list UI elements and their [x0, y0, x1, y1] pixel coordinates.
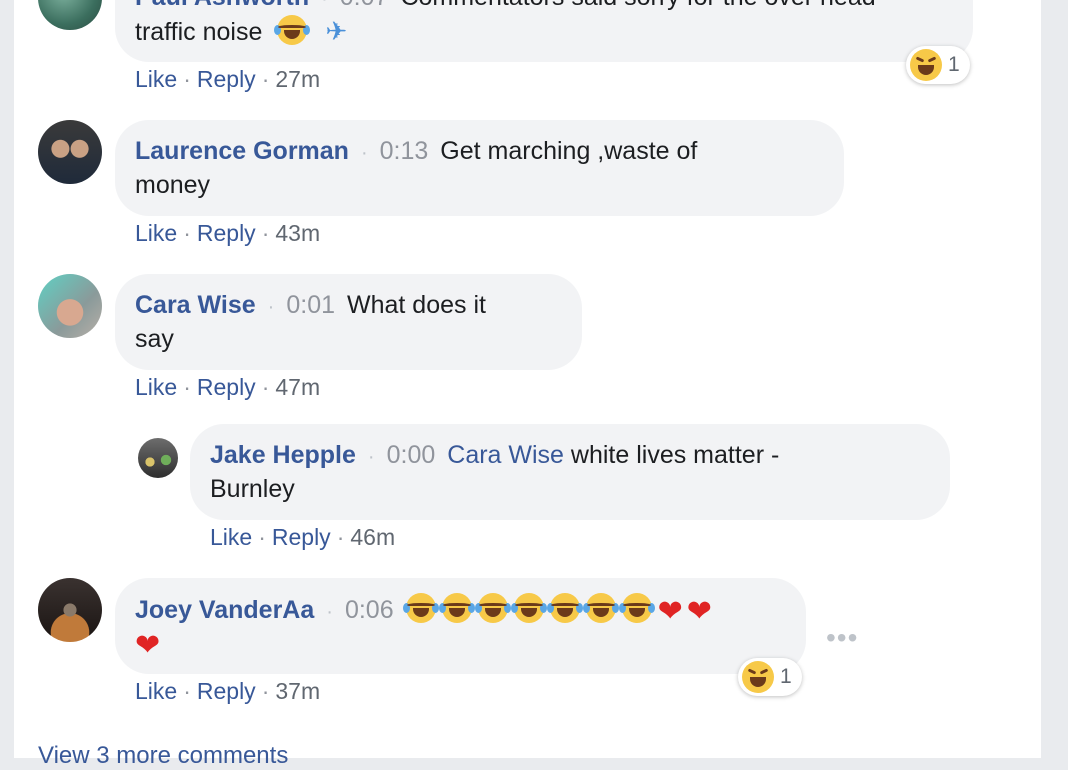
comment-bubble: Laurence Gorman · 0:13 Get marching ,waste …: [115, 120, 844, 216]
separator: ·: [261, 220, 270, 246]
reply-link[interactable]: Reply: [272, 524, 331, 550]
separator: ·: [183, 66, 191, 92]
tears-of-joy-emoji: [274, 15, 311, 45]
comment-actions: Like · Reply · 43m: [135, 220, 320, 247]
comment-author[interactable]: Cara Wise: [135, 291, 256, 319]
comment-bubble: Cara Wise · 0:01 What does it say: [115, 274, 582, 370]
mention-link[interactable]: Cara Wise: [447, 441, 564, 469]
tears-of-joy-emoji: [474, 593, 511, 623]
video-timestamp[interactable]: 0:00: [387, 441, 436, 469]
red-heart-emoji: ❤: [686, 595, 712, 628]
comment-age[interactable]: 46m: [350, 524, 395, 550]
reply-link[interactable]: Reply: [197, 220, 256, 246]
avatar[interactable]: [38, 578, 102, 642]
separator: ·: [326, 601, 333, 623]
comment-author[interactable]: Joey VanderAa: [135, 596, 314, 624]
comment-actions: Like · Reply · 47m: [135, 374, 320, 401]
separator: ·: [261, 374, 270, 400]
comment-age[interactable]: 43m: [275, 220, 320, 246]
comment-text: say: [135, 325, 174, 353]
separator: ·: [183, 220, 191, 246]
comment-author[interactable]: Paul Ashworth: [135, 0, 309, 11]
reaction-count: 1: [948, 53, 960, 76]
reply-link[interactable]: Reply: [197, 66, 256, 92]
tears-of-joy-emoji: [438, 593, 475, 623]
reaction-count: 1: [780, 665, 792, 688]
avatar[interactable]: [38, 120, 102, 184]
comment-text: white lives matter -: [570, 441, 780, 469]
comment-actions: Like · Reply · 27m: [135, 66, 320, 93]
like-link[interactable]: Like: [135, 220, 177, 246]
comment-text: What does it: [347, 291, 486, 319]
reaction-summary[interactable]: 1: [906, 46, 970, 84]
haha-reaction-icon: [910, 49, 942, 81]
like-link[interactable]: Like: [135, 374, 177, 400]
reply-link[interactable]: Reply: [197, 374, 256, 400]
reply-link[interactable]: Reply: [197, 678, 256, 704]
red-heart-emoji: ❤: [657, 595, 683, 628]
comment-bubble: Joey VanderAa · 0:06 ❤ ❤ ❤: [115, 578, 806, 674]
comment-bubble: Jake Hepple · 0:00 Cara Wise white lives ma…: [190, 424, 950, 520]
video-timestamp[interactable]: 0:13: [380, 137, 429, 165]
separator: ·: [367, 446, 375, 468]
tears-of-joy-emoji: [618, 593, 655, 623]
separator: ·: [336, 524, 345, 550]
comment-author[interactable]: Laurence Gorman: [135, 137, 349, 165]
view-more-comments-link[interactable]: View 3 more comments: [38, 742, 288, 770]
comment-author[interactable]: Jake Hepple: [210, 441, 356, 469]
separator: ·: [183, 374, 191, 400]
comment-text: money: [135, 171, 211, 199]
separator: ·: [258, 524, 266, 550]
avatar[interactable]: [138, 438, 178, 478]
comment-text: Burnley: [210, 475, 295, 503]
separator: ·: [321, 0, 328, 10]
haha-reaction-icon: [742, 661, 774, 693]
comment-text: Get marching ,waste of: [440, 137, 698, 165]
comment-actions: Like · Reply · 46m: [210, 524, 395, 551]
video-timestamp[interactable]: 0:06: [345, 596, 394, 624]
tears-of-joy-emoji: [402, 593, 439, 623]
tears-of-joy-emoji: [546, 593, 583, 623]
separator: ·: [183, 678, 191, 704]
video-timestamp[interactable]: 0:01: [286, 291, 335, 319]
tears-of-joy-emoji: [510, 593, 547, 623]
like-link[interactable]: Like: [135, 66, 177, 92]
reaction-summary[interactable]: 1: [738, 658, 802, 696]
like-link[interactable]: Like: [135, 678, 177, 704]
comment-age[interactable]: 47m: [275, 374, 320, 400]
separator: ·: [360, 142, 368, 164]
video-timestamp[interactable]: 0:07: [340, 0, 389, 11]
avatar[interactable]: [38, 274, 102, 338]
separator: ·: [261, 66, 270, 92]
separator: ·: [261, 678, 270, 704]
more-options-icon[interactable]: •••: [826, 622, 858, 654]
red-heart-emoji: ❤: [135, 629, 161, 662]
comment-bubble: Paul Ashworth · 0:07 Commentators said sorr…: [115, 0, 973, 62]
comment-actions: Like · Reply · 37m: [135, 678, 320, 705]
comment-text: traffic noise: [135, 18, 263, 46]
separator: ·: [267, 296, 275, 318]
comment-age[interactable]: 37m: [275, 678, 320, 704]
comment-text: Commentators said sorry for the over hea…: [400, 0, 875, 11]
comment-age[interactable]: 27m: [275, 66, 320, 92]
tears-of-joy-emoji: [582, 593, 619, 623]
like-link[interactable]: Like: [210, 524, 252, 550]
airplane-emoji: ✈: [325, 16, 348, 46]
